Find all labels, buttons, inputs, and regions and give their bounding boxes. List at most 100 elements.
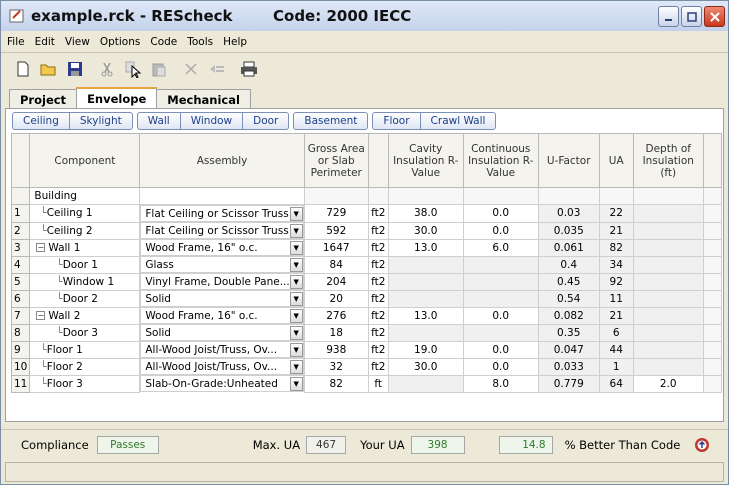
gross-area-header[interactable]: Gross Area or Slab Perimeter bbox=[303, 133, 369, 188]
cavity-cell[interactable]: 38.0 bbox=[387, 204, 464, 223]
minimize-button[interactable] bbox=[658, 6, 679, 27]
ua-header[interactable]: UA bbox=[598, 133, 634, 188]
ufactor-cell[interactable]: 0.779 bbox=[537, 374, 600, 393]
collapse-toggle-icon[interactable]: − bbox=[36, 311, 46, 320]
dropdown-arrow-icon[interactable]: ▼ bbox=[289, 308, 303, 323]
crawl-wall-button[interactable]: Crawl Wall bbox=[419, 113, 496, 129]
component-cell[interactable]: └ Ceiling 1 bbox=[29, 204, 141, 223]
dropdown-arrow-icon[interactable]: ▼ bbox=[289, 257, 303, 272]
continuous-cell[interactable] bbox=[462, 255, 539, 274]
delete-button[interactable] bbox=[179, 57, 203, 81]
cavity-cell[interactable] bbox=[387, 374, 464, 393]
info-icon[interactable] bbox=[694, 437, 710, 453]
gross-area-cell[interactable]: 84 bbox=[303, 255, 369, 274]
maximize-button[interactable] bbox=[681, 6, 702, 27]
continuous-cell[interactable] bbox=[462, 323, 539, 342]
ufactor-cell[interactable]: 0.082 bbox=[537, 306, 600, 325]
depth-cell[interactable] bbox=[632, 238, 704, 257]
gross-area-cell[interactable]: 32 bbox=[303, 357, 369, 376]
table-row[interactable]: 4 └ Door 1 Glass ▼ 84 ft2 0.4 34 bbox=[10, 255, 722, 274]
component-cell[interactable]: └ Floor 1 bbox=[29, 340, 141, 359]
component-cell[interactable]: └ Door 2 bbox=[29, 289, 141, 308]
cavity-cell[interactable]: 13.0 bbox=[387, 238, 464, 257]
basement-button[interactable]: Basement bbox=[294, 113, 367, 129]
open-button[interactable] bbox=[37, 57, 61, 81]
dropdown-arrow-icon[interactable]: ▼ bbox=[289, 223, 303, 238]
continuous-cell[interactable]: 0.0 bbox=[462, 306, 539, 325]
paste-button[interactable] bbox=[147, 57, 171, 81]
gross-area-cell[interactable]: 1647 bbox=[303, 238, 369, 257]
table-row[interactable]: 11 └ Floor 3 Slab-On-Grade:Unheated ▼ 82 ft 8.0… bbox=[10, 374, 722, 393]
gross-area-cell[interactable]: 729 bbox=[303, 204, 369, 223]
menu-view[interactable]: View bbox=[65, 36, 90, 48]
assembly-select[interactable]: Slab-On-Grade:Unheated ▼ bbox=[140, 375, 304, 392]
close-button[interactable] bbox=[704, 6, 725, 27]
collapse-toggle-icon[interactable]: − bbox=[36, 243, 46, 252]
assembly-select[interactable]: Glass ▼ bbox=[140, 256, 304, 273]
menu-tools[interactable]: Tools bbox=[187, 36, 213, 48]
tab-envelope[interactable]: Envelope bbox=[76, 87, 158, 109]
table-row[interactable]: 6 └ Door 2 Solid ▼ 20 ft2 0.54 11 bbox=[10, 289, 722, 308]
cavity-cell[interactable]: 13.0 bbox=[387, 306, 464, 325]
cavity-cell[interactable] bbox=[387, 272, 464, 291]
depth-cell[interactable]: 2.0 bbox=[632, 374, 704, 393]
clear-button[interactable] bbox=[205, 57, 229, 81]
ceiling-button[interactable]: Ceiling bbox=[13, 113, 69, 129]
dropdown-arrow-icon[interactable]: ▼ bbox=[289, 274, 303, 289]
continuous-cell[interactable]: 0.0 bbox=[462, 340, 539, 359]
continuous-cell[interactable]: 6.0 bbox=[462, 238, 539, 257]
gross-area-cell[interactable]: 82 bbox=[303, 374, 369, 393]
dropdown-arrow-icon[interactable]: ▼ bbox=[289, 376, 303, 391]
component-cell[interactable]: └ Floor 3 bbox=[29, 374, 141, 393]
table-row[interactable]: 10 └ Floor 2 All-Wood Joist/Truss, Ov... ▼ 32… bbox=[10, 357, 722, 376]
dropdown-arrow-icon[interactable]: ▼ bbox=[289, 240, 303, 255]
save-button[interactable] bbox=[63, 57, 87, 81]
window-button[interactable]: Window bbox=[179, 113, 242, 129]
assembly-select[interactable]: Solid ▼ bbox=[140, 324, 304, 341]
dropdown-arrow-icon[interactable]: ▼ bbox=[289, 342, 303, 357]
ufactor-cell[interactable]: 0.54 bbox=[537, 289, 600, 308]
assembly-select[interactable]: Flat Ceiling or Scissor Truss ▼ bbox=[140, 205, 304, 222]
table-row[interactable]: 3− Wall 1 Wood Frame, 16" o.c. ▼ 1647 ft2 13.0… bbox=[10, 238, 722, 257]
continuous-cell[interactable] bbox=[462, 289, 539, 308]
ufactor-cell[interactable]: 0.03 bbox=[537, 204, 600, 223]
cut-button[interactable] bbox=[95, 57, 119, 81]
gross-area-cell[interactable]: 18 bbox=[303, 323, 369, 342]
floor-button[interactable]: Floor bbox=[373, 113, 419, 129]
assembly-select[interactable]: Wood Frame, 16" o.c. ▼ bbox=[140, 239, 304, 256]
continuous-cell[interactable] bbox=[462, 272, 539, 291]
cavity-cell[interactable] bbox=[387, 323, 464, 342]
continuous-cell[interactable]: 0.0 bbox=[462, 221, 539, 240]
ufactor-cell[interactable]: 0.035 bbox=[537, 221, 600, 240]
continuous-cell[interactable]: 8.0 bbox=[462, 374, 539, 393]
ufactor-cell[interactable]: 0.061 bbox=[537, 238, 600, 257]
depth-cell[interactable] bbox=[632, 221, 704, 240]
assembly-select[interactable]: Wood Frame, 16" o.c. ▼ bbox=[140, 307, 304, 324]
new-button[interactable] bbox=[11, 57, 35, 81]
continuous-cell[interactable]: 0.0 bbox=[462, 204, 539, 223]
menu-help[interactable]: Help bbox=[223, 36, 247, 48]
gross-area-cell[interactable]: 592 bbox=[303, 221, 369, 240]
component-cell[interactable]: └ Window 1 bbox=[29, 272, 141, 291]
door-button[interactable]: Door bbox=[242, 113, 288, 129]
table-row[interactable]: 9 └ Floor 1 All-Wood Joist/Truss, Ov... ▼ 938… bbox=[10, 340, 722, 359]
component-cell[interactable]: └ Floor 2 bbox=[29, 357, 141, 376]
assembly-select[interactable]: Vinyl Frame, Double Pane... ▼ bbox=[140, 273, 304, 290]
cavity-cell[interactable]: 30.0 bbox=[387, 221, 464, 240]
depth-header[interactable]: Depth of Insulation (ft) bbox=[632, 133, 704, 188]
table-row[interactable]: 8 └ Door 3 Solid ▼ 18 ft2 0.35 6 bbox=[10, 323, 722, 342]
table-row[interactable]: 2 └ Ceiling 2 Flat Ceiling or Scissor Truss… bbox=[10, 221, 722, 240]
print-button[interactable] bbox=[237, 57, 261, 81]
assembly-header[interactable]: Assembly bbox=[139, 133, 305, 188]
ufactor-cell[interactable]: 0.4 bbox=[537, 255, 600, 274]
menu-code[interactable]: Code bbox=[150, 36, 177, 48]
component-cell[interactable]: − Wall 2 bbox=[29, 306, 141, 325]
skylight-button[interactable]: Skylight bbox=[68, 113, 132, 129]
table-row[interactable]: 7− Wall 2 Wood Frame, 16" o.c. ▼ 276 ft2 13.0 0… bbox=[10, 306, 722, 325]
wall-button[interactable]: Wall bbox=[138, 113, 180, 129]
tab-mechanical[interactable]: Mechanical bbox=[156, 89, 251, 109]
menu-options[interactable]: Options bbox=[100, 36, 141, 48]
cavity-cell[interactable]: 30.0 bbox=[387, 357, 464, 376]
dropdown-arrow-icon[interactable]: ▼ bbox=[289, 206, 303, 221]
depth-cell[interactable] bbox=[632, 323, 704, 342]
